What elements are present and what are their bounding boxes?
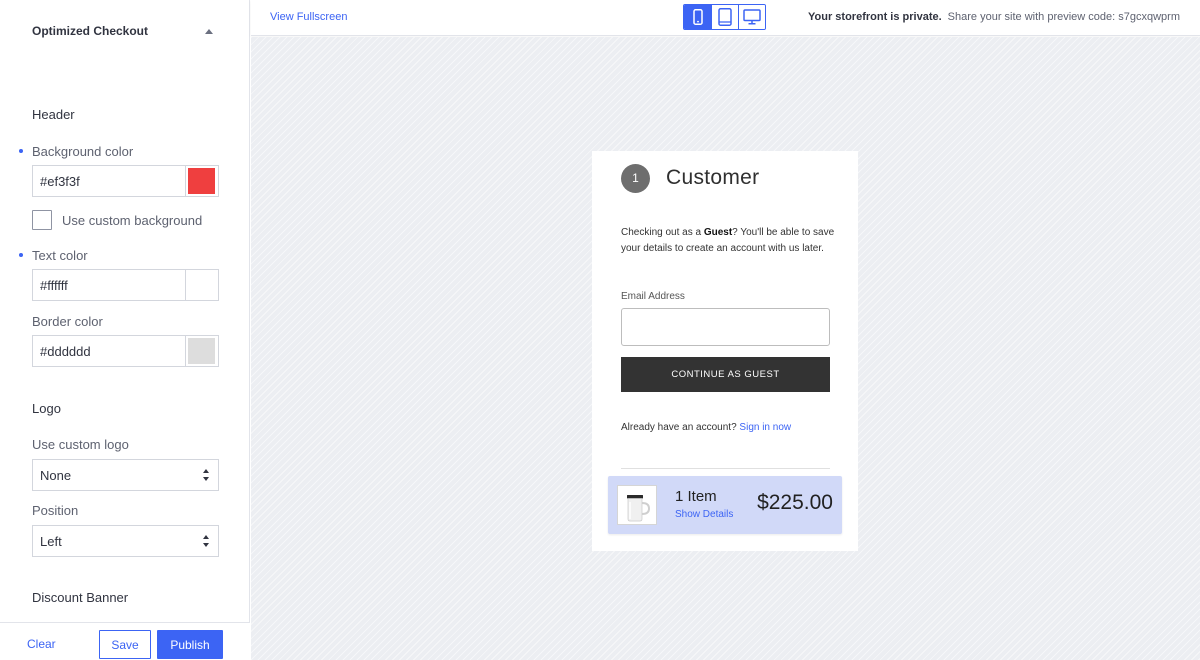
card-divider (621, 468, 830, 469)
logo-section-title: Logo (32, 401, 61, 416)
changed-indicator-dot (19, 253, 23, 257)
publish-button[interactable]: Publish (157, 630, 223, 659)
theme-settings-sidebar: Optimized Checkout Header Background col… (0, 0, 250, 660)
preview-code-text: Share your site with preview code: s7gcx… (947, 11, 1180, 23)
cart-total-price: $225.00 (757, 491, 833, 514)
device-switcher (683, 4, 766, 30)
sign-in-link[interactable]: Sign in now (739, 422, 791, 433)
border-color-label: Border color (32, 314, 103, 329)
custom-logo-value: None (40, 468, 72, 483)
email-address-input[interactable] (621, 308, 830, 346)
text-color-swatch-button[interactable] (185, 270, 218, 300)
sidebar-footer: Clear Save Publish (0, 622, 250, 660)
cart-item-count: 1 Item (675, 488, 717, 505)
background-color-swatch (188, 168, 215, 194)
cart-summary[interactable]: 1 Item Show Details $225.00 (608, 476, 842, 534)
use-custom-background-label[interactable]: Use custom background (62, 213, 202, 228)
sidebar-title: Optimized Checkout (32, 24, 149, 38)
step-number-badge: 1 (621, 164, 650, 193)
continue-as-guest-button[interactable]: CONTINUE AS GUEST (621, 357, 830, 392)
tablet-icon (718, 8, 732, 26)
background-color-field[interactable]: #ef3f3f (32, 165, 219, 197)
private-storefront-bold: Your storefront is private. (808, 11, 942, 23)
guest-checkout-message: Checking out as a Guest? You'll be able … (621, 225, 836, 257)
border-color-swatch-button[interactable] (185, 336, 218, 366)
text-color-label: Text color (32, 248, 88, 263)
text-color-swatch (188, 272, 215, 298)
mobile-icon (692, 9, 703, 25)
discount-banner-section-title: Discount Banner (32, 590, 129, 605)
email-address-label: Email Address (621, 291, 685, 302)
border-color-value[interactable]: #dddddd (40, 344, 91, 359)
clear-button[interactable]: Clear (27, 637, 56, 651)
position-label: Position (32, 503, 79, 518)
sign-in-prompt: Already have an account? Sign in now (621, 422, 791, 433)
header-section-title: Header (32, 107, 75, 122)
collapse-caret-icon[interactable] (205, 29, 213, 34)
checkout-preview-area: 1 Customer Checking out as a Guest? You'… (251, 37, 1200, 660)
background-color-label: Background color (32, 144, 134, 159)
background-color-value[interactable]: #ef3f3f (40, 174, 80, 189)
desktop-icon (743, 9, 761, 25)
view-fullscreen-link[interactable]: View Fullscreen (270, 11, 347, 23)
mug-icon (627, 495, 651, 522)
text-color-value[interactable]: #ffffff (40, 278, 68, 293)
private-storefront-notice: Your storefront is private. Share your si… (808, 11, 1180, 23)
tablet-device-button[interactable] (711, 5, 738, 29)
mobile-device-button[interactable] (684, 5, 711, 29)
border-color-swatch (188, 338, 215, 364)
changed-indicator-dot (19, 149, 23, 153)
custom-logo-select[interactable]: None (32, 459, 219, 491)
custom-logo-label: Use custom logo (32, 437, 129, 452)
select-arrows-icon (203, 469, 210, 483)
desktop-device-button[interactable] (738, 5, 765, 29)
select-arrows-icon (203, 535, 210, 549)
use-custom-background-checkbox[interactable] (32, 210, 52, 230)
preview-topbar: View Fullscreen Your storefront is priva… (251, 0, 1200, 36)
border-color-field[interactable]: #dddddd (32, 335, 219, 367)
guest-message-bold: Guest (703, 227, 733, 238)
show-details-link[interactable]: Show Details (675, 509, 733, 520)
text-color-field[interactable]: #ffffff (32, 269, 219, 301)
product-thumbnail (617, 485, 657, 525)
step-title: Customer (666, 166, 760, 189)
section-header-optimized-checkout[interactable]: Optimized Checkout (32, 24, 217, 40)
position-select[interactable]: Left (32, 525, 219, 557)
save-button[interactable]: Save (99, 630, 151, 659)
background-color-swatch-button[interactable] (185, 166, 218, 196)
position-value: Left (40, 534, 62, 549)
guest-message-pre: Checking out as a (621, 227, 704, 238)
account-prompt-text: Already have an account? (621, 422, 737, 433)
